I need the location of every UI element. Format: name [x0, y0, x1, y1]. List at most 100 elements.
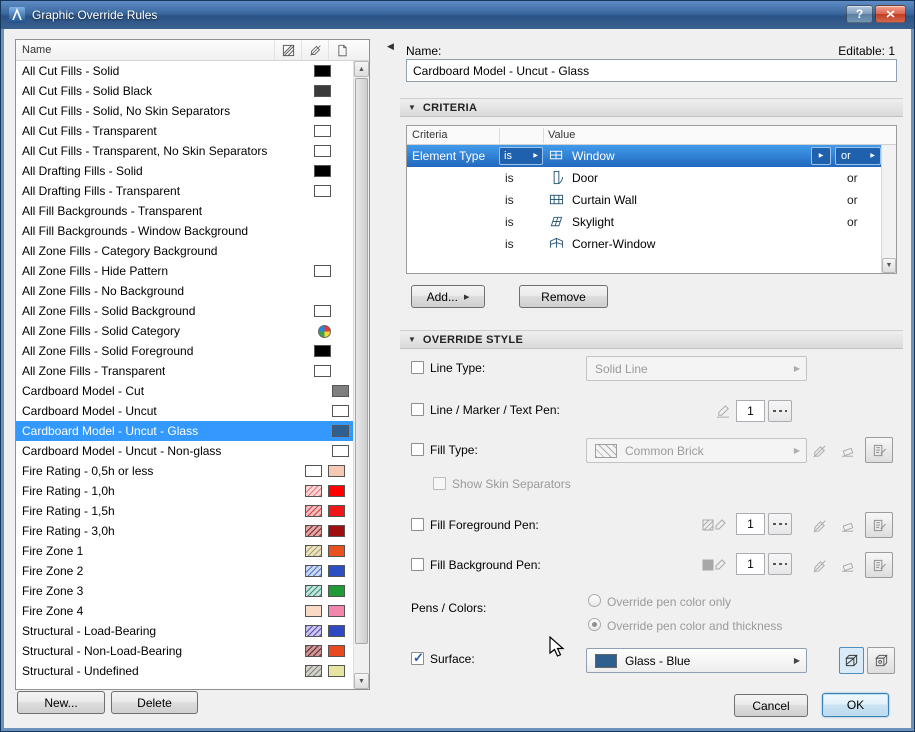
window-icon	[549, 148, 565, 164]
surface-texture-button[interactable]	[867, 647, 895, 674]
swatch-area	[314, 105, 353, 117]
delete-rule-button[interactable]: Delete	[111, 691, 198, 714]
close-button[interactable]	[875, 5, 906, 23]
name-column-header[interactable]: Name	[22, 44, 51, 56]
list-item[interactable]: All Zone Fills - Category Background	[16, 241, 353, 261]
list-scrollbar[interactable]: ▲ ▼	[353, 61, 369, 689]
remove-criteria-button[interactable]: Remove	[519, 285, 608, 308]
line-pen-style-button[interactable]	[768, 400, 792, 422]
list-item[interactable]: Cardboard Model - Uncut - Non-glass	[16, 441, 353, 461]
list-item[interactable]: Cardboard Model - Cut	[16, 381, 353, 401]
new-rule-button[interactable]: New...	[17, 691, 105, 714]
criteria-row[interactable]: is Corner-Window	[407, 233, 881, 255]
list-item-label: Fire Rating - 3,0h	[22, 524, 115, 538]
line-pen-checkbox[interactable]	[411, 403, 424, 416]
list-item[interactable]: All Cut Fills - Solid Black	[16, 81, 353, 101]
list-item[interactable]: All Zone Fills - Solid Category	[16, 321, 353, 341]
list-item[interactable]: All Zone Fills - Solid Foreground	[16, 341, 353, 361]
color-swatch	[328, 485, 345, 497]
add-criteria-button[interactable]: Add... ▶	[411, 285, 485, 308]
help-button[interactable]: ?	[846, 5, 873, 23]
fill-bg-pen-style-button[interactable]	[768, 553, 792, 575]
list-item[interactable]: All Drafting Fills - Solid	[16, 161, 353, 181]
conjunction-label: or	[847, 215, 858, 229]
fill-bg-pen-input[interactable]	[736, 553, 765, 575]
ok-button[interactable]: OK	[822, 693, 889, 717]
list-item[interactable]: Fire Zone 2	[16, 561, 353, 581]
fill-pen-sample-button[interactable]	[865, 437, 893, 463]
list-item[interactable]: All Cut Fills - Transparent, No Skin Sep…	[16, 141, 353, 161]
value-dropdown-button[interactable]: ▶	[811, 147, 831, 165]
list-item[interactable]: All Zone Fills - Transparent	[16, 361, 353, 381]
window-title: Graphic Override Rules	[32, 8, 158, 22]
list-item[interactable]: All Cut Fills - Solid, No Skin Separator…	[16, 101, 353, 121]
list-item[interactable]: Fire Zone 1	[16, 541, 353, 561]
pen-column-icon[interactable]	[301, 40, 328, 60]
fill-type-checkbox[interactable]	[411, 443, 424, 456]
fill-type-dropdown[interactable]: Common Brick ▶	[586, 438, 807, 463]
title-bar[interactable]: Graphic Override Rules ?	[1, 1, 914, 29]
list-item[interactable]: Fire Zone 3	[16, 581, 353, 601]
list-item-label: Fire Rating - 1,0h	[22, 484, 115, 498]
list-item[interactable]: Fire Zone 4	[16, 601, 353, 621]
fill-column-icon[interactable]	[274, 40, 301, 60]
swatch-area	[314, 65, 353, 77]
show-skin-separators-checkbox[interactable]	[433, 477, 446, 490]
line-type-dropdown[interactable]: Solid Line ▶	[586, 356, 807, 381]
criteria-row[interactable]: Element Type is ▶ Window ▶ or ▶	[407, 145, 881, 167]
surface-paint-button[interactable]	[839, 647, 864, 674]
list-item[interactable]: Fire Rating - 1,5h	[16, 501, 353, 521]
line-pen-input[interactable]	[736, 400, 765, 422]
fill-fg-pen-input[interactable]	[736, 513, 765, 535]
list-item[interactable]: Fire Rating - 3,0h	[16, 521, 353, 541]
collapse-panel-icon[interactable]: ◀	[387, 41, 394, 52]
criteria-row[interactable]: is Skylight or	[407, 211, 881, 233]
scroll-down-icon[interactable]: ▼	[882, 258, 896, 273]
bg-pen-sample-button[interactable]	[865, 552, 893, 578]
list-item[interactable]: All Zone Fills - Solid Background	[16, 301, 353, 321]
list-item[interactable]: Structural - Non-Load-Bearing	[16, 641, 353, 661]
fill-fg-pen-checkbox[interactable]	[411, 518, 424, 531]
surface-dropdown[interactable]: Glass - Blue ▶	[586, 648, 807, 673]
list-item[interactable]: All Cut Fills - Solid	[16, 61, 353, 81]
archicad-logo-icon[interactable]	[9, 7, 25, 23]
list-item-label: All Zone Fills - Transparent	[22, 364, 166, 378]
list-item[interactable]: Structural - Load-Bearing	[16, 621, 353, 641]
rule-name-input[interactable]	[406, 59, 897, 82]
list-item[interactable]: All Zone Fills - Hide Pattern	[16, 261, 353, 281]
scroll-up-icon[interactable]: ▲	[354, 61, 369, 77]
scroll-down-icon[interactable]: ▼	[354, 673, 369, 689]
fill-bg-pen-checkbox[interactable]	[411, 558, 424, 571]
pen-color-only-radio[interactable]	[588, 594, 601, 607]
pen-color-thickness-radio[interactable]	[588, 618, 601, 631]
cancel-button[interactable]: Cancel	[734, 694, 808, 717]
criteria-section-header[interactable]: ▼ CRITERIA	[400, 98, 903, 117]
list-item[interactable]: Fire Rating - 0,5h or less	[16, 461, 353, 481]
swatch-area	[305, 625, 353, 637]
fg-pen-sample-button[interactable]	[865, 512, 893, 538]
surface-checkbox[interactable]	[411, 650, 424, 666]
list-item[interactable]: All Cut Fills - Transparent	[16, 121, 353, 141]
criteria-row[interactable]: is Door or	[407, 167, 881, 189]
list-item[interactable]: All Zone Fills - No Background	[16, 281, 353, 301]
operator-dropdown[interactable]: is ▶	[499, 147, 543, 165]
list-item[interactable]: Fire Rating - 1,0h	[16, 481, 353, 501]
criteria-rows: Element Type is ▶ Window ▶ or ▶ is Door or is Curta…	[407, 145, 881, 273]
criteria-row[interactable]: is Curtain Wall or	[407, 189, 881, 211]
color-swatch	[332, 405, 349, 417]
override-style-section-header[interactable]: ▼ OVERRIDE STYLE	[400, 330, 903, 349]
list-item-label: Fire Zone 3	[22, 584, 84, 598]
scrollbar-thumb[interactable]	[355, 78, 368, 644]
list-item[interactable]: All Fill Backgrounds - Window Background	[16, 221, 353, 241]
list-item[interactable]: Cardboard Model - Uncut - Glass	[16, 421, 353, 441]
line-type-checkbox[interactable]	[411, 361, 424, 374]
criteria-scrollbar[interactable]: ▼	[881, 145, 896, 273]
list-item[interactable]: All Fill Backgrounds - Transparent	[16, 201, 353, 221]
list-item[interactable]: All Drafting Fills - Transparent	[16, 181, 353, 201]
list-item[interactable]: Structural - Undefined	[16, 661, 353, 681]
list-item[interactable]: Cardboard Model - Uncut	[16, 401, 353, 421]
fill-fg-pen-style-button[interactable]	[768, 513, 792, 535]
fill-type-label: Fill Type:	[430, 443, 478, 457]
surface-column-icon[interactable]	[328, 40, 355, 60]
conjunction-dropdown[interactable]: or ▶	[835, 147, 881, 165]
